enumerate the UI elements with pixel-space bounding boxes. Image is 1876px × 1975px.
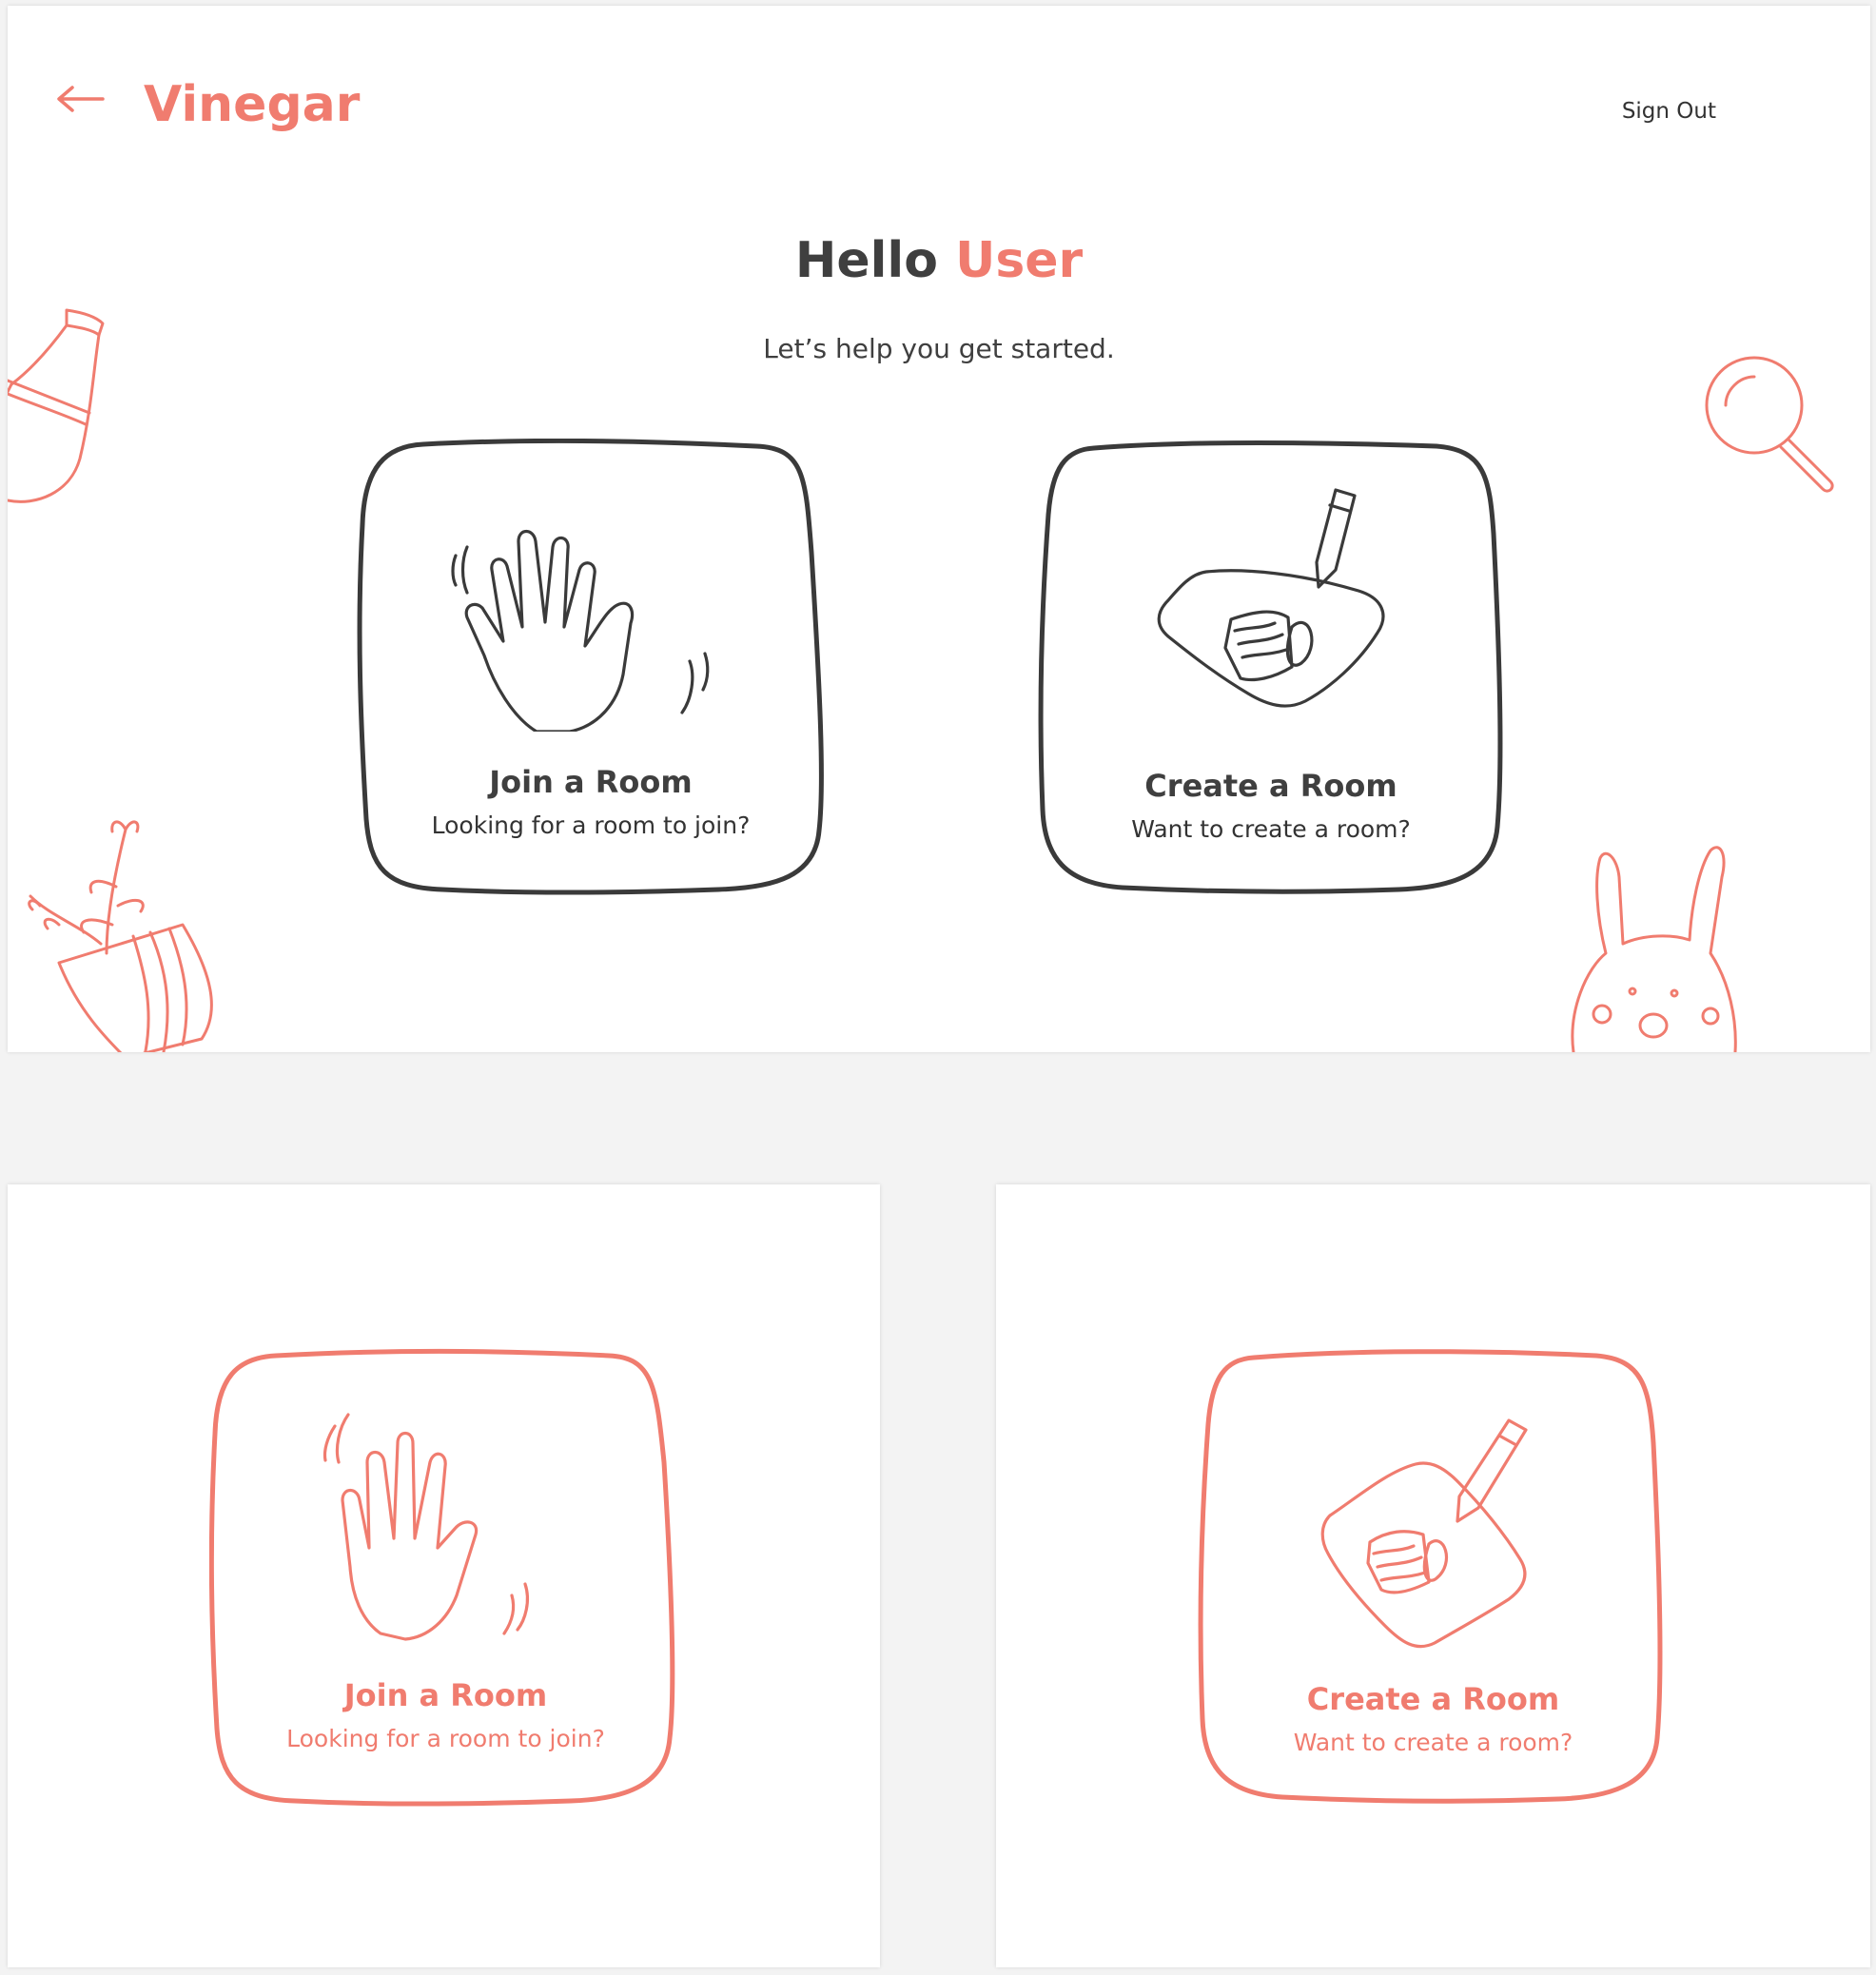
- join-room-title: Join a Room: [489, 764, 693, 800]
- join-card-hover-state: Join a Room Looking for a room to join?: [8, 1184, 880, 1967]
- vase-doodle: [8, 308, 105, 503]
- create-room-card-hover[interactable]: Create a Room Want to create a room?: [1197, 1348, 1670, 1807]
- create-room-card[interactable]: Create a Room Want to create a room?: [1037, 439, 1505, 895]
- create-room-title: Create a Room: [1144, 768, 1397, 804]
- pencil-drawing-icon: [1320, 1418, 1528, 1649]
- greeting-username: User: [955, 232, 1084, 289]
- create-card-hover-state: Create a Room Want to create a room?: [996, 1184, 1870, 1967]
- join-room-subtitle: Looking for a room to join?: [286, 1725, 605, 1752]
- waving-hand-icon: [451, 529, 710, 732]
- home-screen: Vinegar Sign Out Hello User Let’s help y…: [8, 6, 1870, 1052]
- create-room-subtitle: Want to create a room?: [1293, 1729, 1573, 1756]
- page-subtitle: Let’s help you get started.: [763, 333, 1115, 364]
- sign-out-link[interactable]: Sign Out: [1622, 99, 1716, 124]
- plant-doodle: [28, 820, 213, 1052]
- page-title: Hello User: [8, 232, 1870, 289]
- create-room-subtitle: Want to create a room?: [1131, 815, 1411, 843]
- join-room-card[interactable]: Join a Room Looking for a room to join?: [357, 439, 825, 895]
- greeting-prefix: Hello: [794, 232, 938, 289]
- magnifier-doodle: [1705, 356, 1834, 493]
- bunny-doodle: [1571, 846, 1737, 1052]
- create-room-title: Create a Room: [1306, 1681, 1560, 1717]
- join-room-subtitle: Looking for a room to join?: [431, 812, 751, 839]
- brand-logo[interactable]: Vinegar: [144, 76, 360, 133]
- join-room-card-hover[interactable]: Join a Room Looking for a room to join?: [209, 1348, 682, 1807]
- pencil-drawing-icon: [1157, 488, 1385, 708]
- back-arrow-icon[interactable]: [53, 82, 110, 116]
- waving-hand-icon: [322, 1413, 530, 1641]
- join-room-title: Join a Room: [343, 1677, 548, 1713]
